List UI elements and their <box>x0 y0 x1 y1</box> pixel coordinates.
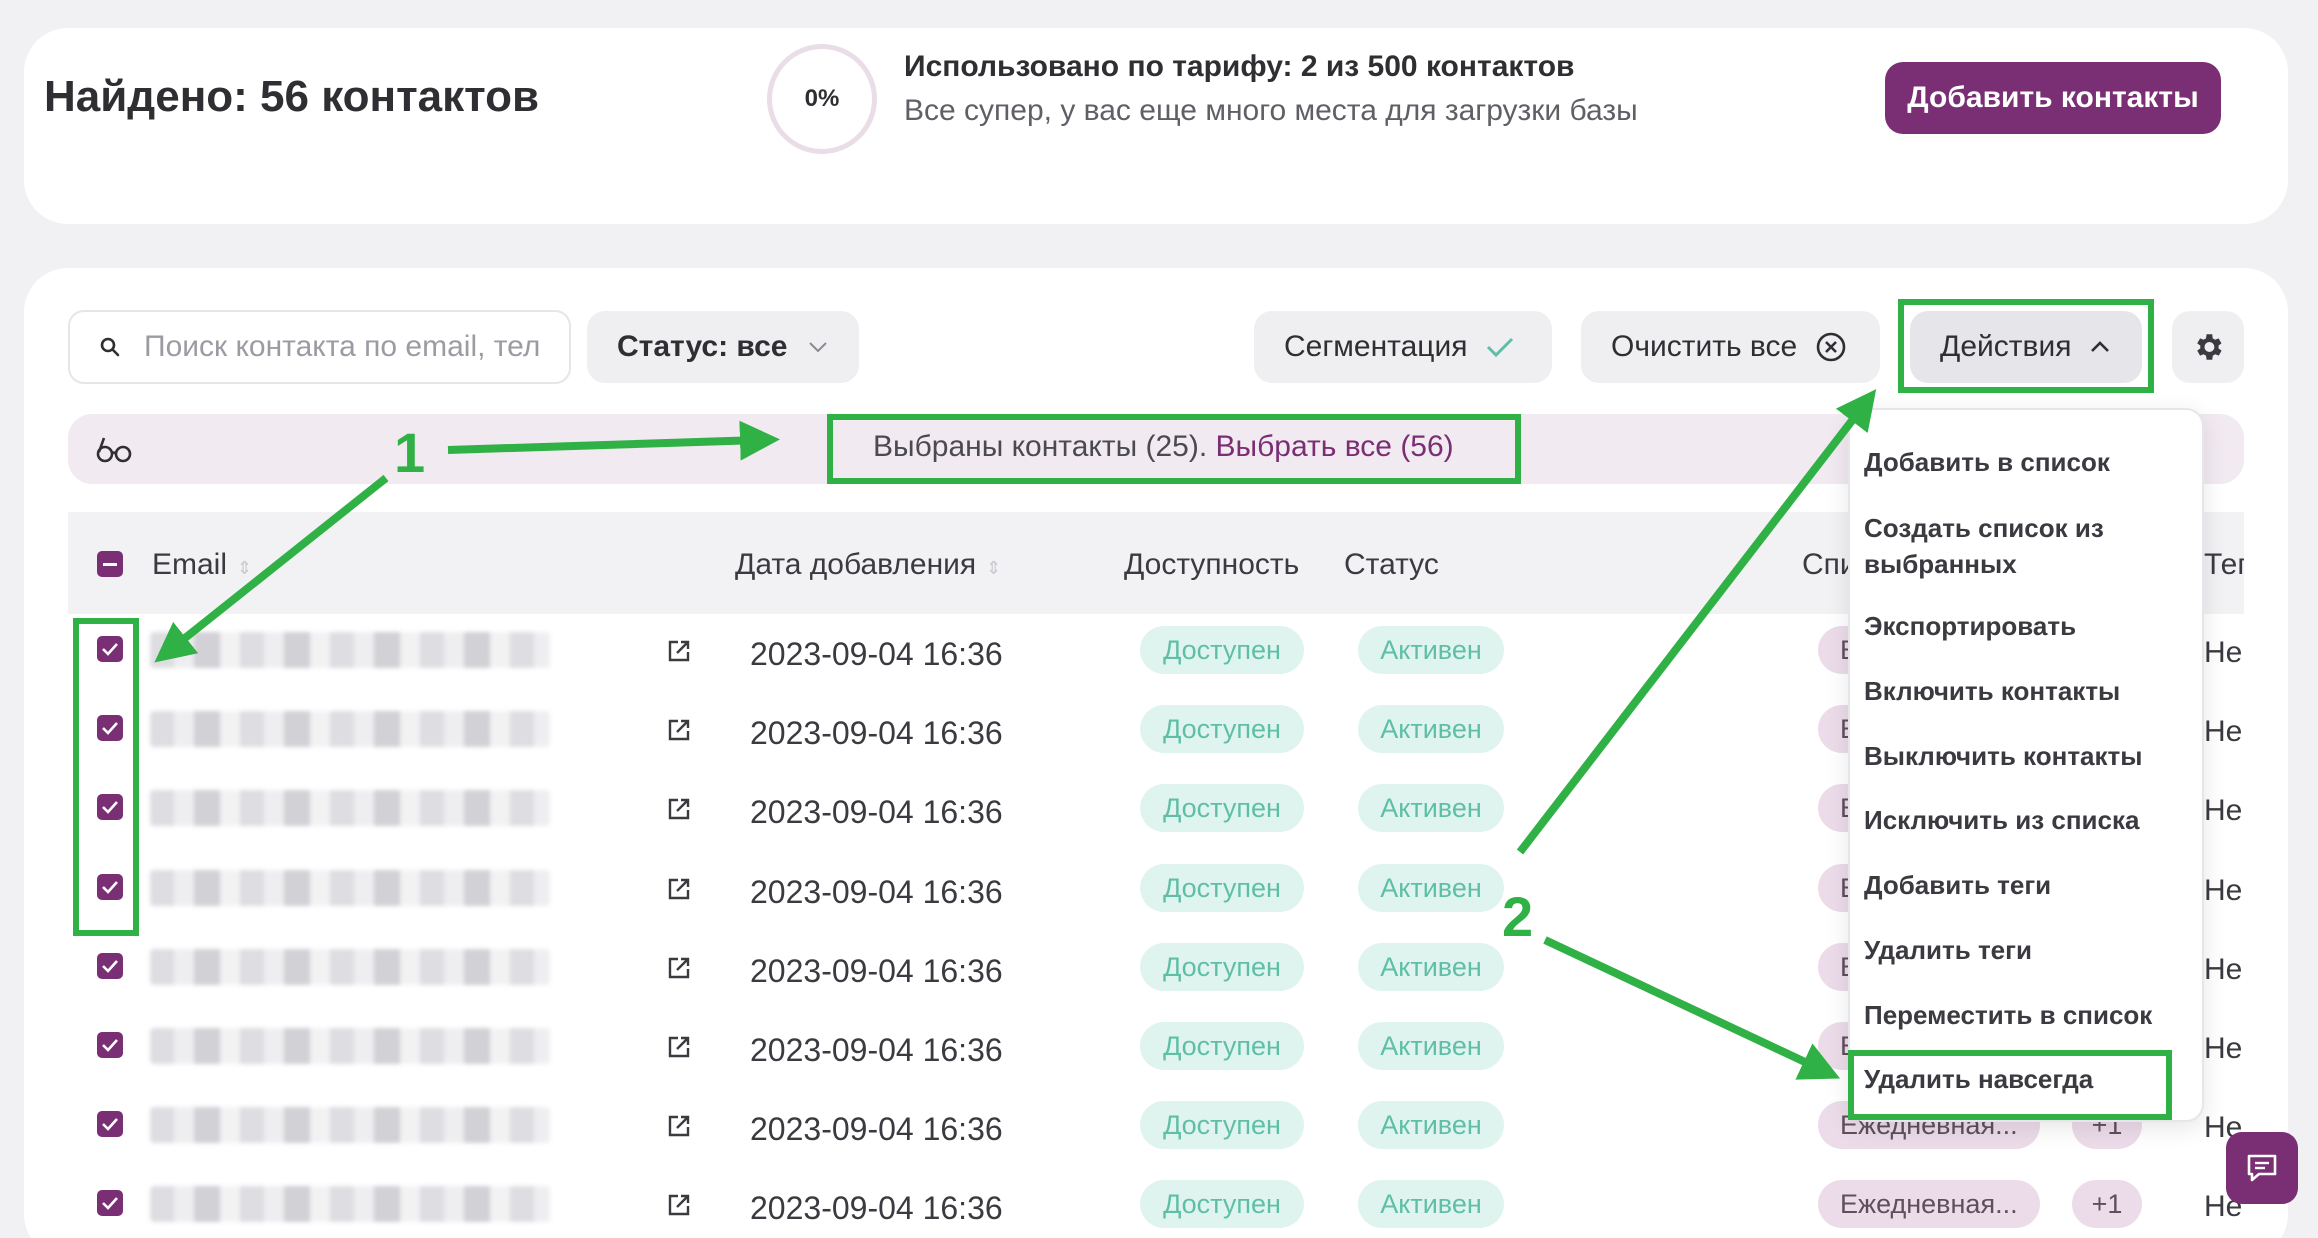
annotation-label-2: 2 <box>1502 885 1534 948</box>
chat-icon <box>2247 1154 2277 1182</box>
annotation-arrows <box>154 389 1877 1080</box>
annotation-label-1: 1 <box>394 421 426 484</box>
chat-button[interactable] <box>2226 1132 2298 1204</box>
